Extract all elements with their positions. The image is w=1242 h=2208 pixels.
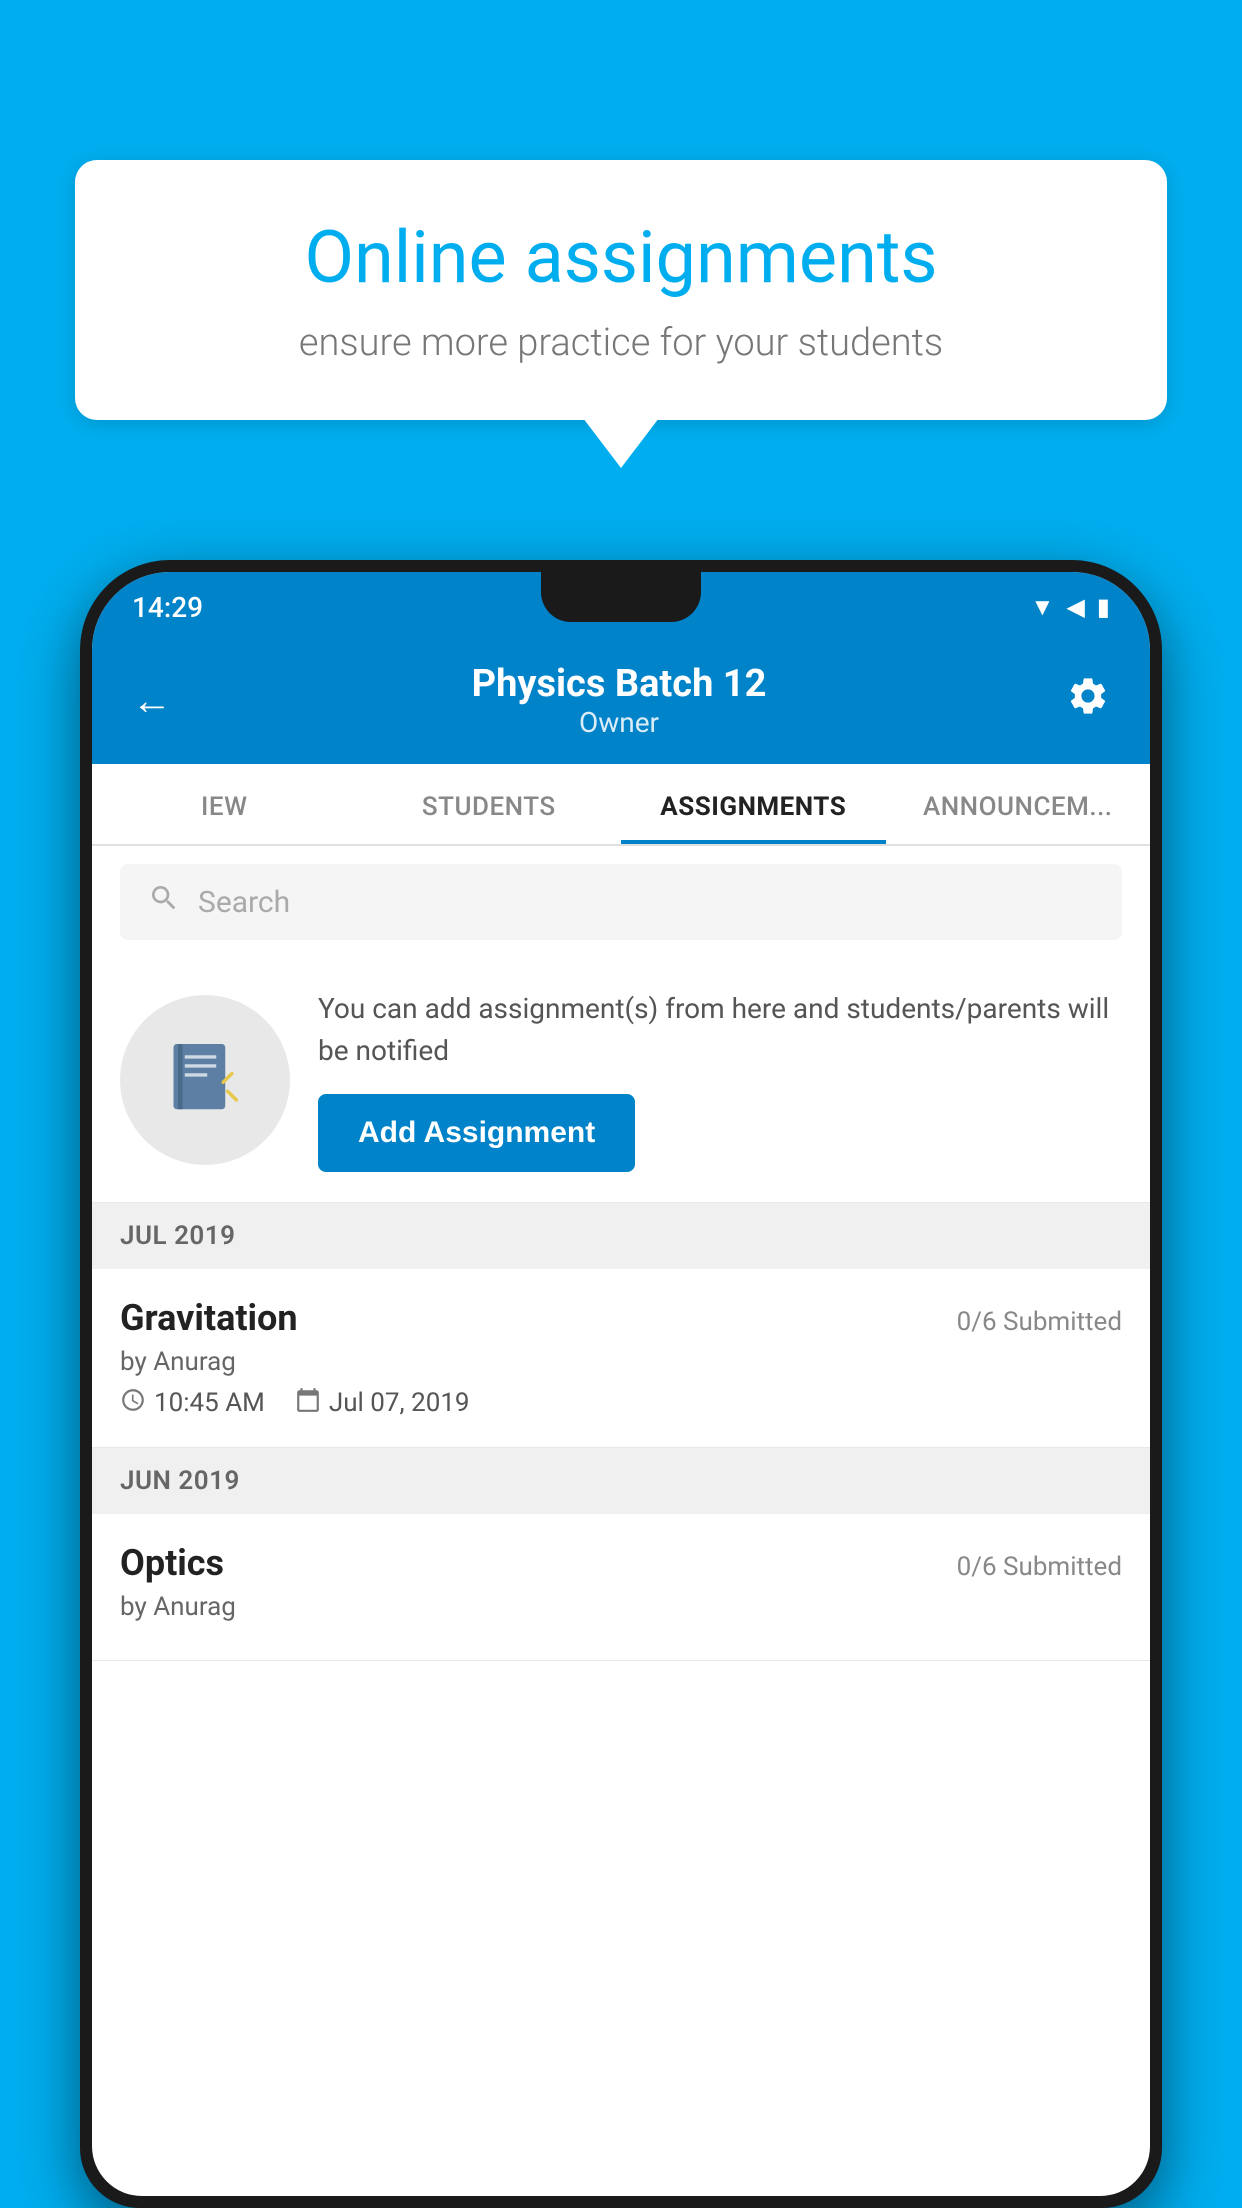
header-title: Physics Batch 12 [472, 662, 767, 706]
settings-button[interactable] [1066, 674, 1110, 728]
notebook-icon [160, 1035, 250, 1125]
assignment-by-gravitation: by Anurag [120, 1347, 1122, 1377]
battery-icon: ▮ [1097, 593, 1110, 621]
phone-notch [541, 572, 701, 622]
tabs-bar: IEW STUDENTS ASSIGNMENTS ANNOUNCEM... [92, 764, 1150, 846]
assignment-by-optics: by Anurag [120, 1592, 1122, 1622]
app-header: ← Physics Batch 12 Owner [92, 642, 1150, 764]
speech-bubble-title: Online assignments [135, 215, 1107, 301]
assignment-row1-optics: Optics 0/6 Submitted [120, 1542, 1122, 1584]
assignment-date-text: Jul 07, 2019 [329, 1388, 470, 1418]
promo-content: You can add assignment(s) from here and … [318, 988, 1122, 1172]
assignment-item-gravitation[interactable]: Gravitation 0/6 Submitted by Anurag 10:4… [92, 1269, 1150, 1448]
month-header-jun: JUN 2019 [92, 1448, 1150, 1514]
add-assignment-button[interactable]: Add Assignment [318, 1094, 635, 1172]
phone-inner: 14:29 ▼ ◀ ▮ ← Physics Batch 12 Owner [92, 572, 1150, 2196]
status-icons: ▼ ◀ ▮ [1031, 593, 1110, 622]
assignment-title-gravitation: Gravitation [120, 1297, 298, 1339]
tab-iew[interactable]: IEW [92, 764, 357, 844]
status-time: 14:29 [132, 591, 203, 624]
assignment-date-gravitation: Jul 07, 2019 [295, 1387, 470, 1419]
back-button[interactable]: ← [132, 677, 172, 724]
speech-bubble-subtitle: ensure more practice for your students [135, 321, 1107, 365]
promo-icon-circle [120, 995, 290, 1165]
search-placeholder: Search [198, 885, 290, 920]
month-header-jul: JUL 2019 [92, 1203, 1150, 1269]
phone-frame: 14:29 ▼ ◀ ▮ ← Physics Batch 12 Owner [80, 560, 1162, 2208]
tab-assignments[interactable]: ASSIGNMENTS [621, 764, 886, 844]
header-center: Physics Batch 12 Owner [472, 662, 767, 739]
clock-icon [120, 1387, 146, 1419]
assignment-meta-gravitation: 10:45 AM Jul 07, 2019 [120, 1387, 1122, 1419]
speech-bubble: Online assignments ensure more practice … [75, 160, 1167, 420]
add-assignment-promo: You can add assignment(s) from here and … [92, 958, 1150, 1203]
gear-icon [1066, 674, 1110, 718]
assignment-item-optics[interactable]: Optics 0/6 Submitted by Anurag [92, 1514, 1150, 1661]
search-icon [148, 882, 180, 922]
wifi-icon: ▼ [1031, 593, 1055, 622]
assignment-submitted-gravitation: 0/6 Submitted [957, 1307, 1122, 1337]
header-subtitle: Owner [472, 706, 767, 739]
assignment-time-text: 10:45 AM [154, 1388, 265, 1418]
signal-icon: ◀ [1066, 593, 1084, 621]
assignment-submitted-optics: 0/6 Submitted [957, 1552, 1122, 1582]
tab-announcements[interactable]: ANNOUNCEM... [886, 764, 1151, 844]
assignment-row1: Gravitation 0/6 Submitted [120, 1297, 1122, 1339]
assignment-title-optics: Optics [120, 1542, 224, 1584]
assignment-time-gravitation: 10:45 AM [120, 1387, 265, 1419]
search-bar[interactable]: Search [120, 864, 1122, 940]
search-container: Search [92, 846, 1150, 958]
calendar-icon [295, 1387, 321, 1419]
tab-students[interactable]: STUDENTS [357, 764, 622, 844]
speech-bubble-container: Online assignments ensure more practice … [75, 160, 1167, 420]
promo-text: You can add assignment(s) from here and … [318, 988, 1122, 1072]
